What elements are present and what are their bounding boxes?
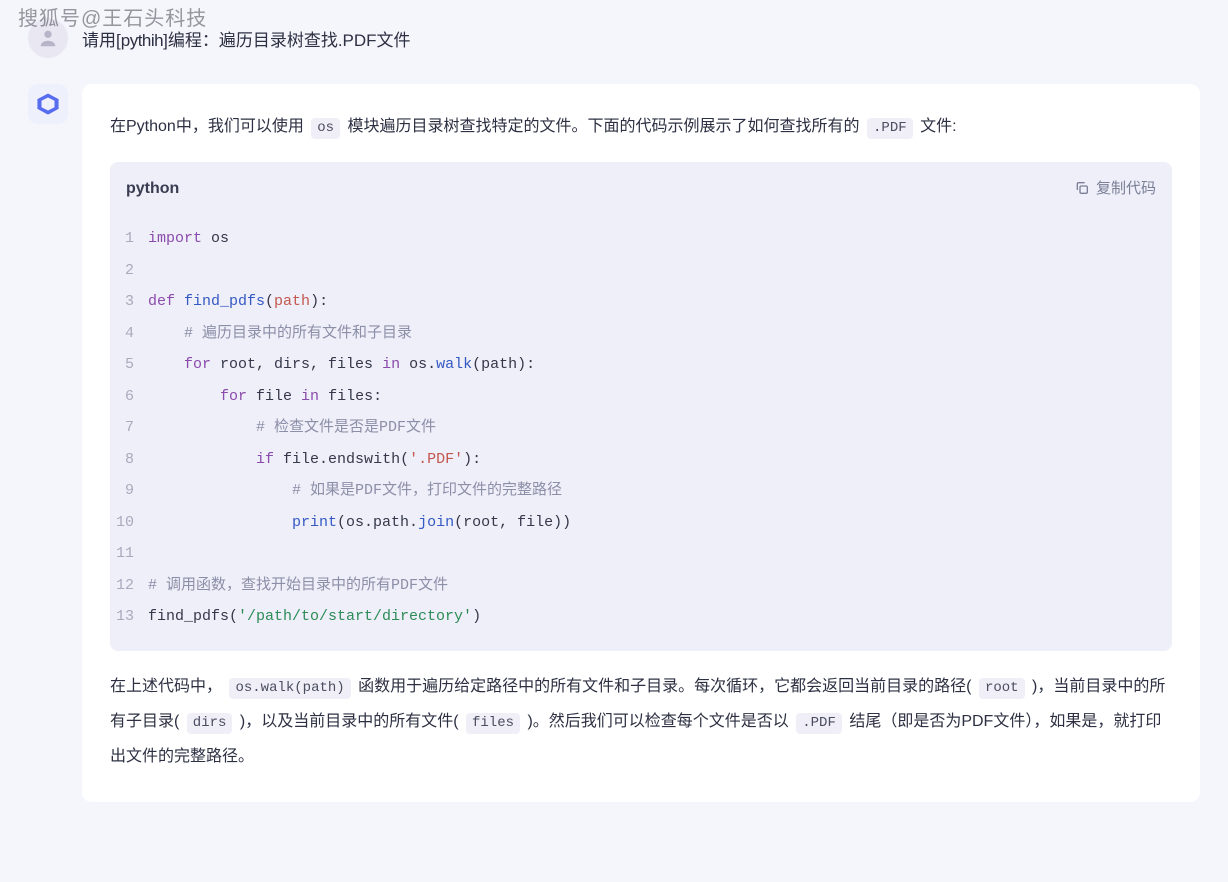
assistant-message-row: 在Python中，我们可以使用 os 模块遍历目录树查找特定的文件。下面的代码示… xyxy=(28,84,1200,802)
code-line: 8 if file.endswith('.PDF'): xyxy=(110,444,1172,476)
line-number: 1 xyxy=(110,223,148,255)
code-header: python 复制代码 xyxy=(110,162,1172,216)
code-line: 10 print(os.path.join(root, file)) xyxy=(110,507,1172,539)
code-line: 1import os xyxy=(110,223,1172,255)
copy-code-label: 复制代码 xyxy=(1096,173,1156,205)
inline-code-dirs: dirs xyxy=(187,713,233,734)
inline-code-files: files xyxy=(466,713,520,734)
inline-code-root: root xyxy=(979,678,1025,699)
inline-code-oswalk: os.walk(path) xyxy=(229,678,350,699)
line-number: 12 xyxy=(110,570,148,602)
user-text-typo: pythih xyxy=(121,31,163,50)
intro-text-1: 在Python中，我们可以使用 xyxy=(110,118,304,135)
code-line: 2 xyxy=(110,255,1172,287)
line-number: 6 xyxy=(110,381,148,413)
intro-text-2: 模块遍历目录树查找特定的文件。下面的代码示例展示了如何查找所有的 xyxy=(348,118,860,135)
code-line: 4 # 遍历目录中的所有文件和子目录 xyxy=(110,318,1172,350)
explain-paragraph: 在上述代码中， os.walk(path) 函数用于遍历给定路径中的所有文件和子… xyxy=(110,669,1172,775)
inline-code-pdf2: .PDF xyxy=(796,713,842,734)
assistant-message: 在Python中，我们可以使用 os 模块遍历目录树查找特定的文件。下面的代码示… xyxy=(82,84,1200,802)
code-line: 6 for file in files: xyxy=(110,381,1172,413)
code-line: 12# 调用函数，查找开始目录中的所有PDF文件 xyxy=(110,570,1172,602)
copy-icon xyxy=(1074,180,1090,196)
line-number: 13 xyxy=(110,601,148,633)
code-line: 9 # 如果是PDF文件，打印文件的完整路径 xyxy=(110,475,1172,507)
explain-text: )。然后我们可以检查每个文件是否以 xyxy=(527,713,788,730)
line-number: 7 xyxy=(110,412,148,444)
hexagon-icon xyxy=(35,91,61,117)
assistant-avatar xyxy=(28,84,68,124)
watermark: 搜狐号@王石头科技 xyxy=(18,2,207,31)
line-number: 3 xyxy=(110,286,148,318)
explain-text: 在上述代码中， xyxy=(110,678,222,695)
code-line: 11 xyxy=(110,538,1172,570)
line-number: 4 xyxy=(110,318,148,350)
copy-code-button[interactable]: 复制代码 xyxy=(1074,173,1156,205)
line-number: 11 xyxy=(110,538,148,570)
explain-text: 函数用于遍历给定路径中的所有文件和子目录。每次循环，它都会返回当前目录的路径( xyxy=(358,678,971,695)
code-block: python 复制代码 1import os 2 3def find_pdfs(… xyxy=(110,162,1172,651)
user-text-suffix: ]编程：遍历目录树查找.PDF文件 xyxy=(163,31,410,50)
inline-code-pdf: .PDF xyxy=(867,118,913,139)
line-number: 2 xyxy=(110,255,148,287)
line-number: 10 xyxy=(110,507,148,539)
line-number: 9 xyxy=(110,475,148,507)
code-body[interactable]: 1import os 2 3def find_pdfs(path): 4 # 遍… xyxy=(110,215,1172,651)
code-line: 13find_pdfs('/path/to/start/directory') xyxy=(110,601,1172,633)
page: 搜狐号@王石头科技 请用[pythih]编程：遍历目录树查找.PDF文件 在Py… xyxy=(0,0,1228,882)
code-language-label: python xyxy=(126,172,179,206)
line-number: 8 xyxy=(110,444,148,476)
user-text-prefix: 请用[ xyxy=(82,31,121,50)
code-line: 5 for root, dirs, files in os.walk(path)… xyxy=(110,349,1172,381)
inline-code-os: os xyxy=(311,118,340,139)
code-line: 3def find_pdfs(path): xyxy=(110,286,1172,318)
intro-text-3: 文件: xyxy=(920,118,956,135)
code-line: 7 # 检查文件是否是PDF文件 xyxy=(110,412,1172,444)
explain-text: )，以及当前目录中的所有文件( xyxy=(240,713,459,730)
line-number: 5 xyxy=(110,349,148,381)
intro-paragraph: 在Python中，我们可以使用 os 模块遍历目录树查找特定的文件。下面的代码示… xyxy=(110,110,1172,144)
